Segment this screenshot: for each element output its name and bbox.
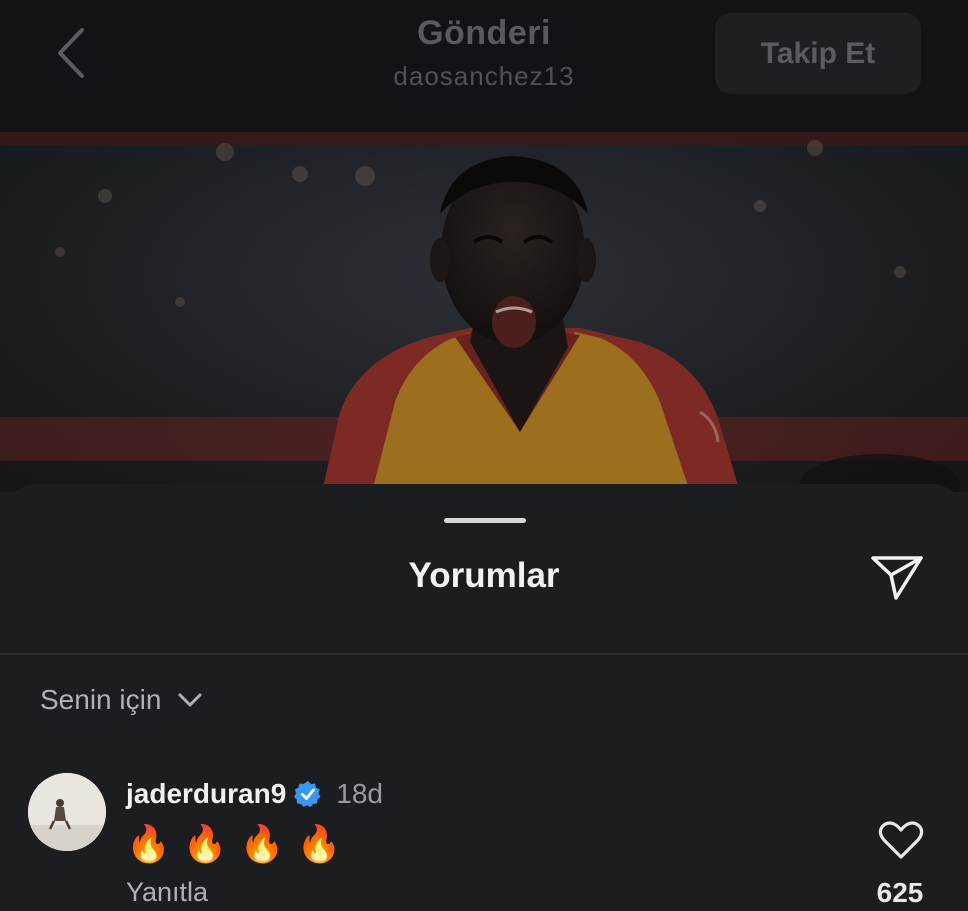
avatar[interactable] — [28, 773, 106, 851]
fire-emoji: 🔥 — [239, 823, 285, 864]
chevron-left-icon — [58, 28, 84, 78]
sort-filter-button[interactable]: Senin için — [40, 684, 205, 716]
send-icon[interactable] — [868, 552, 926, 604]
fire-emoji: 🔥 — [126, 823, 171, 864]
back-button[interactable] — [48, 24, 98, 82]
heart-icon[interactable] — [878, 820, 924, 860]
sheet-drag-handle[interactable] — [444, 518, 526, 523]
comment-username[interactable]: jaderduran9 — [126, 778, 286, 810]
sheet-divider — [0, 653, 968, 655]
comments-title: Yorumlar — [408, 556, 560, 595]
verified-badge-icon — [294, 781, 321, 807]
post-image — [0, 132, 968, 492]
avatar-photo — [28, 773, 106, 851]
follow-button[interactable]: Takip Et — [715, 13, 921, 94]
comment-text: 🔥 🔥 🔥 🔥 — [126, 826, 341, 862]
comment-timestamp: 18d — [336, 778, 383, 809]
fire-emoji: 🔥 — [182, 823, 228, 864]
top-bar: Gönderi daosanchez13 Takip Et — [0, 0, 968, 132]
reply-button[interactable]: Yanıtla — [126, 877, 208, 908]
comment-header: jaderduran9 18d — [126, 778, 383, 810]
sort-filter-label: Senin için — [40, 684, 162, 715]
post-photo-graphic — [0, 132, 968, 492]
chevron-down-icon — [178, 693, 202, 707]
comments-sheet: Yorumlar Senin için jaderduran9 18d 🔥 🔥 … — [0, 484, 968, 911]
like-count: 625 — [876, 877, 924, 908]
fire-emoji: 🔥 — [296, 823, 342, 864]
